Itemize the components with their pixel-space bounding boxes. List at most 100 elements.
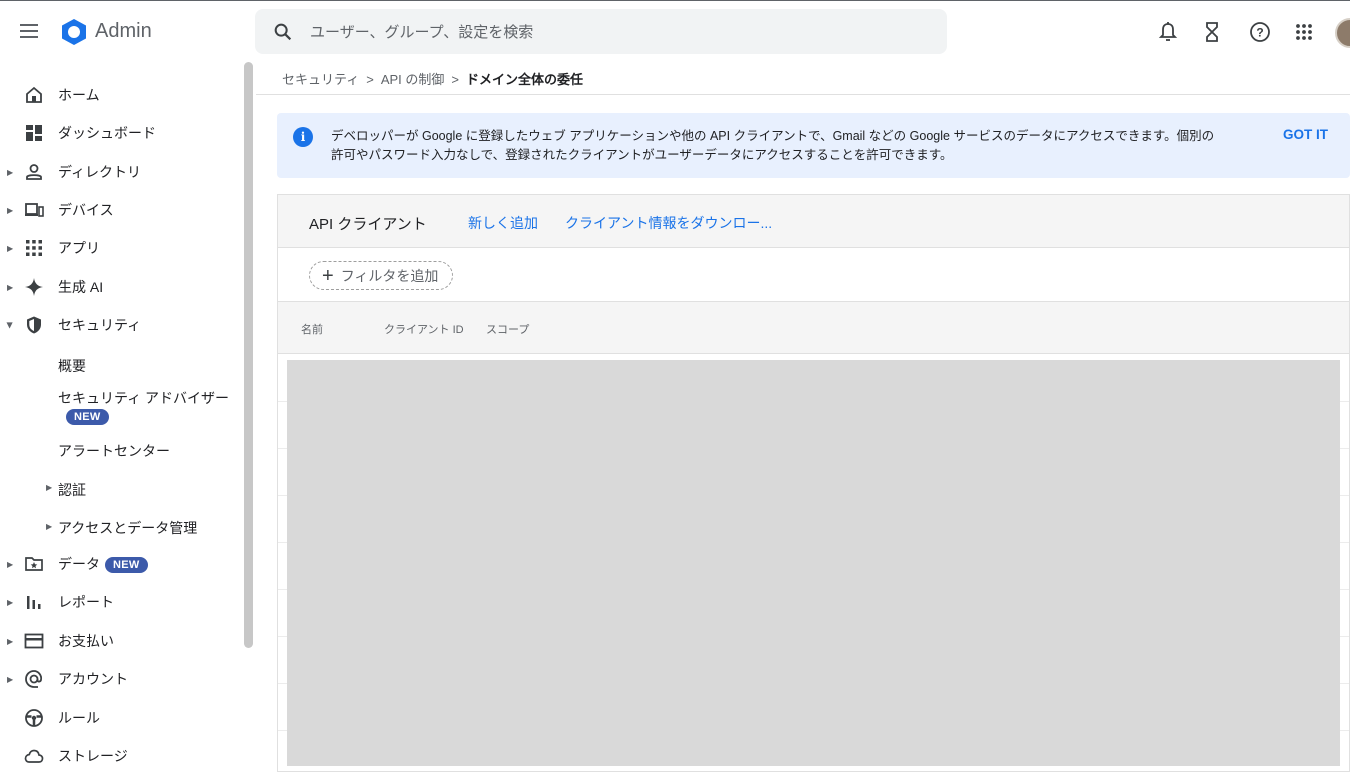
sidebar-item-data[interactable]: ▶ データ NEW (0, 545, 244, 583)
sidebar-nav: ホーム ダッシュボード ▶ ディレクトリ ▶ デバイス ▶ アプリ ▶ 生成 A… (0, 62, 256, 772)
new-badge: NEW (105, 555, 148, 573)
column-header-name[interactable]: 名前 (301, 321, 323, 337)
app-title[interactable]: Admin (95, 20, 152, 43)
sidebar-item-billing[interactable]: ▶ お支払い (0, 622, 244, 660)
add-filter-label: フィルタを追加 (340, 267, 439, 284)
sidebar-item-dashboard[interactable]: ダッシュボード (0, 114, 244, 152)
expand-arrow-icon[interactable]: ▶ (7, 206, 13, 215)
sidebar-item-label: ディレクトリ (58, 164, 142, 180)
sidebar-item-devices[interactable]: ▶ デバイス (0, 191, 244, 229)
breadcrumb-separator: > (451, 72, 459, 87)
sidebar-item-label: レポート (58, 594, 114, 610)
breadcrumb-current: ドメイン全体の委任 (466, 72, 584, 87)
sidebar-item-label: アプリ (58, 240, 100, 256)
sidebar-subitem-access-data[interactable]: アクセスとデータ管理 (58, 518, 197, 538)
sidebar-item-security[interactable]: ▶ セキュリティ (0, 306, 244, 344)
svg-text:?: ? (1256, 26, 1263, 40)
dashboard-icon (24, 123, 44, 143)
sidebar-item-account[interactable]: ▶ アカウント (0, 660, 244, 698)
breadcrumb-api-controls[interactable]: API の制御 (381, 72, 445, 87)
home-icon (24, 85, 44, 105)
notification-bell-icon[interactable] (1156, 20, 1180, 44)
at-sign-icon (24, 669, 44, 689)
sidebar-item-label: お支払い (58, 633, 114, 649)
devices-icon (24, 200, 44, 220)
plus-icon: + (322, 264, 334, 287)
admin-logo-icon[interactable] (60, 18, 88, 46)
sidebar-item-label: ルール (58, 710, 100, 726)
sidebar-item-label: ダッシュボード (58, 125, 156, 141)
cloud-icon (24, 746, 44, 766)
expand-arrow-icon[interactable]: ▶ (7, 637, 13, 646)
sidebar-item-reports[interactable]: ▶ レポート (0, 583, 244, 621)
column-header-client-id[interactable]: クライアント ID (384, 321, 464, 337)
add-new-button[interactable]: 新しく追加 (468, 213, 538, 233)
got-it-button[interactable]: GOT IT (1283, 127, 1328, 142)
info-banner: i デベロッパーが Google に登録したウェブ アプリケーションや他の AP… (277, 113, 1350, 178)
apps-grid-icon[interactable] (1292, 20, 1316, 44)
help-icon[interactable]: ? (1248, 20, 1272, 44)
info-banner-line1: デベロッパーが Google に登録したウェブ アプリケーションや他の API … (331, 129, 1215, 143)
sidebar-item-generative-ai[interactable]: ▶ 生成 AI (0, 268, 244, 306)
breadcrumb-security[interactable]: セキュリティ (282, 72, 359, 87)
menu-icon[interactable] (20, 21, 44, 41)
card-header: API クライアント 新しく追加 クライアント情報をダウンロー... (278, 195, 1349, 248)
card-title: API クライアント (309, 216, 427, 233)
sidebar-item-home[interactable]: ホーム (0, 76, 244, 114)
sidebar-item-label: データ (58, 556, 100, 572)
search-bar[interactable] (255, 9, 947, 54)
top-app-bar: Admin ? (0, 0, 1350, 62)
sidebar-subitem-overview[interactable]: 概要 (58, 356, 86, 376)
steering-icon (24, 708, 44, 728)
shield-icon (24, 315, 44, 335)
data-folder-icon (24, 554, 44, 574)
expand-arrow-icon[interactable]: ▶ (7, 283, 13, 292)
sidebar-subitem-alert-center[interactable]: アラートセンター (58, 441, 170, 461)
redacted-table-content (287, 360, 1340, 766)
info-banner-text: デベロッパーが Google に登録したウェブ アプリケーションや他の API … (331, 127, 1281, 165)
expand-arrow-icon[interactable]: ▶ (46, 483, 52, 492)
expand-arrow-icon[interactable]: ▶ (46, 522, 52, 531)
person-icon (24, 162, 44, 182)
search-input[interactable] (310, 19, 910, 45)
new-badge: NEW (66, 407, 109, 425)
add-filter-chip[interactable]: + フィルタを追加 (309, 261, 454, 290)
hourglass-icon[interactable] (1200, 20, 1224, 44)
breadcrumb: セキュリティ > API の制御 > ドメイン全体の委任 (282, 69, 583, 88)
info-icon: i (293, 127, 313, 147)
sidebar-item-label: セキュリティ (58, 317, 142, 333)
credit-card-icon (24, 631, 44, 651)
sidebar-item-storage[interactable]: ストレージ (0, 737, 244, 772)
bar-chart-icon (24, 592, 44, 612)
search-icon[interactable] (272, 21, 294, 43)
sidebar-item-label: アカウント (58, 671, 128, 687)
download-client-info-button[interactable]: クライアント情報をダウンロー... (565, 213, 772, 233)
sidebar-item-label: ホーム (58, 87, 100, 103)
expand-arrow-icon[interactable]: ▶ (7, 168, 13, 177)
sidebar-item-label: ストレージ (58, 748, 128, 764)
avatar[interactable] (1335, 18, 1350, 48)
sparkle-icon (24, 277, 44, 297)
table-header: 名前 クライアント ID スコープ (278, 302, 1349, 354)
expand-arrow-icon[interactable]: ▶ (7, 560, 13, 569)
sidebar-item-rules[interactable]: ルール (0, 699, 244, 737)
info-banner-line2: 許可やパスワード入力なしで、登録されたクライアントがユーザーデータにアクセスする… (331, 148, 953, 162)
expand-arrow-icon[interactable]: ▶ (7, 244, 13, 253)
sidebar-item-label: デバイス (58, 202, 114, 218)
column-header-scope[interactable]: スコープ (486, 321, 529, 337)
api-clients-card: API クライアント 新しく追加 クライアント情報をダウンロー... + フィル… (277, 194, 1350, 772)
sidebar-item-apps[interactable]: ▶ アプリ (0, 229, 244, 267)
divider (256, 94, 1350, 95)
main-content: セキュリティ > API の制御 > ドメイン全体の委任 i デベロッパーが Googl… (256, 62, 1350, 772)
expand-arrow-icon[interactable]: ▶ (7, 675, 13, 684)
sidebar-subitem-authentication[interactable]: 認証 (58, 480, 86, 500)
sidebar-item-directory[interactable]: ▶ ディレクトリ (0, 153, 244, 191)
sidebar-item-label: 生成 AI (58, 279, 104, 295)
sidebar-subitem-security-advisor[interactable]: セキュリティ アドバイザー (58, 388, 229, 408)
collapse-arrow-icon[interactable]: ▶ (6, 322, 15, 328)
apps-icon (24, 238, 44, 258)
sidebar-scrollbar[interactable] (244, 62, 253, 648)
table-body (278, 354, 1349, 772)
filter-row: + フィルタを追加 (278, 248, 1349, 302)
expand-arrow-icon[interactable]: ▶ (7, 598, 13, 607)
